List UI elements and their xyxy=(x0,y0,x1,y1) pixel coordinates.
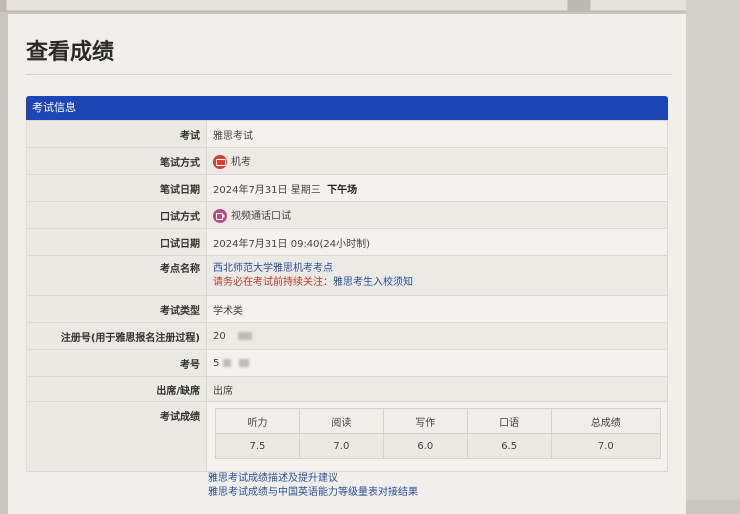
value-exam: 雅思考试 xyxy=(206,120,668,148)
venue-notice-text: 请务必在考试前持续关注： xyxy=(213,276,333,288)
label-venue: 考点名称 xyxy=(26,255,207,296)
row-speaking-mode: 口试方式 视频通话口试 xyxy=(26,201,668,229)
score-overall: 7.0 xyxy=(550,433,662,459)
value-speaking-mode: 视频通话口试 xyxy=(206,201,668,229)
page-content: 查看成绩 考试信息 考试 雅思考试 笔试方式 机考 笔试日期 2024年7月31… xyxy=(8,14,686,514)
score-header-reading: 阅读 xyxy=(298,408,384,434)
label-speaking-date: 口试日期 xyxy=(26,228,207,256)
score-header-writing: 写作 xyxy=(382,408,468,434)
row-attendance: 出席/缺席 出席 xyxy=(26,376,668,402)
row-exam: 考试 雅思考试 xyxy=(26,120,668,148)
exam-info-header: 考试信息 xyxy=(26,96,668,120)
label-attendance: 出席/缺席 xyxy=(26,376,207,402)
value-registration: 20 xyxy=(206,322,668,350)
written-mode-text: 机考 xyxy=(231,157,251,168)
score-header-speaking: 口语 xyxy=(466,408,552,434)
campus-notice-link[interactable]: 雅思考生入校须知 xyxy=(333,277,413,288)
venue-notice: 请务必在考试前持续关注：雅思考生入校须知 xyxy=(213,276,661,290)
browser-tab-area xyxy=(6,0,568,11)
exam-info-table: 考试 雅思考试 笔试方式 机考 笔试日期 2024年7月31日 星期三 下午场 … xyxy=(26,120,668,472)
row-exam-type: 考试类型 学术类 xyxy=(26,295,668,323)
value-scores: 听力 阅读 写作 口语 总成绩 7.5 7.0 6.0 6.5 7.0 xyxy=(206,401,668,472)
window-side-gap xyxy=(686,0,740,500)
value-attendance: 出席 xyxy=(206,376,668,402)
score-header-row: 听力 阅读 写作 口语 总成绩 xyxy=(215,408,662,434)
score-value-row: 7.5 7.0 6.0 6.5 7.0 xyxy=(215,433,662,459)
value-speaking-date: 2024年7月31日 09:40(24小时制) xyxy=(206,228,668,256)
cse-mapping-link[interactable]: 雅思考试成绩与中国英语能力等级量表对接结果 xyxy=(208,486,418,500)
label-registration: 注册号(用于雅思报名注册过程) xyxy=(26,322,207,350)
label-scores: 考试成绩 xyxy=(26,401,207,472)
video-call-icon xyxy=(213,209,227,223)
label-written-date: 笔试日期 xyxy=(26,174,207,202)
row-written-mode: 笔试方式 机考 xyxy=(26,147,668,175)
written-session: 下午场 xyxy=(327,184,358,196)
value-venue: 西北师范大学雅思机考考点 请务必在考试前持续关注：雅思考生入校须知 xyxy=(206,255,668,296)
value-written-mode: 机考 xyxy=(206,147,668,175)
label-speaking-mode: 口试方式 xyxy=(26,201,207,229)
label-candidate-no: 考号 xyxy=(26,349,207,377)
value-exam-type: 学术类 xyxy=(206,295,668,323)
browser-top-strip xyxy=(0,0,740,12)
score-reading: 7.0 xyxy=(298,433,384,459)
label-written-mode: 笔试方式 xyxy=(26,147,207,175)
bottom-links: 雅思考试成绩描述及提升建议 雅思考试成绩与中国英语能力等级量表对接结果 xyxy=(208,472,418,500)
redacted-block xyxy=(223,358,232,367)
row-venue: 考点名称 西北师范大学雅思机考考点 请务必在考试前持续关注：雅思考生入校须知 xyxy=(26,255,668,296)
row-speaking-date: 口试日期 2024年7月31日 09:40(24小时制) xyxy=(26,228,668,256)
score-table: 听力 阅读 写作 口语 总成绩 7.5 7.0 6.0 6.5 7.0 xyxy=(215,408,662,459)
title-divider xyxy=(26,74,672,75)
label-exam: 考试 xyxy=(26,120,207,148)
venue-name: 西北师范大学雅思机考考点 xyxy=(213,262,333,274)
score-speaking: 6.5 xyxy=(466,433,552,459)
score-listening: 7.5 xyxy=(215,433,300,459)
redacted-block xyxy=(237,331,252,340)
label-exam-type: 考试类型 xyxy=(26,295,207,323)
page-title: 查看成绩 xyxy=(26,40,115,65)
redacted-block xyxy=(239,358,250,367)
browser-tab-right xyxy=(590,0,688,11)
score-description-link[interactable]: 雅思考试成绩描述及提升建议 xyxy=(208,472,418,486)
candidate-number: 5 xyxy=(213,357,220,369)
row-scores: 考试成绩 听力 阅读 写作 口语 总成绩 7.5 7.0 6.0 6.5 7.0 xyxy=(26,401,668,472)
speaking-mode-text: 视频通话口试 xyxy=(231,211,291,222)
score-header-overall: 总成绩 xyxy=(550,408,662,434)
row-registration: 注册号(用于雅思报名注册过程) 20 xyxy=(26,322,668,350)
score-writing: 6.0 xyxy=(382,433,468,459)
registration-number: 20 xyxy=(213,330,226,342)
computer-icon xyxy=(213,155,227,169)
written-date-text: 2024年7月31日 星期三 xyxy=(213,184,321,196)
value-written-date: 2024年7月31日 星期三 下午场 xyxy=(206,174,668,202)
row-written-date: 笔试日期 2024年7月31日 星期三 下午场 xyxy=(26,174,668,202)
row-candidate-no: 考号 5 xyxy=(26,349,668,377)
score-header-listening: 听力 xyxy=(215,408,300,434)
value-candidate-no: 5 xyxy=(206,349,668,377)
